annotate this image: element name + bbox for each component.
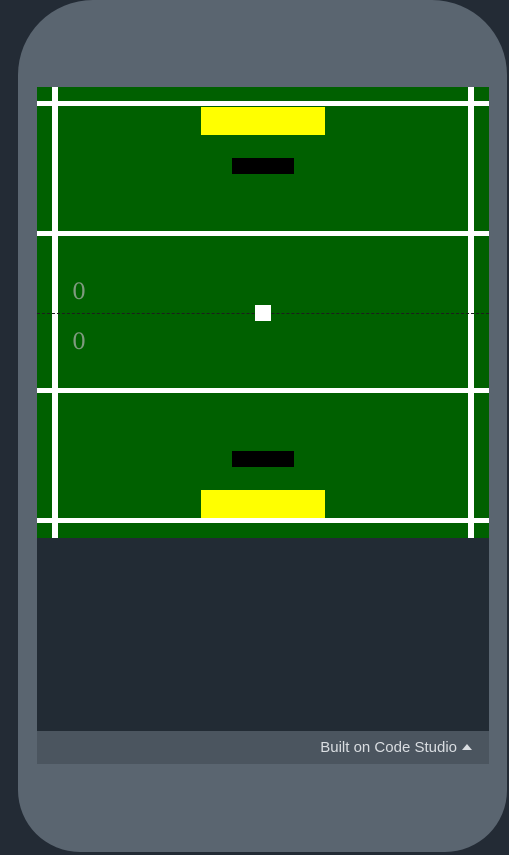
bottom-boundary-line — [37, 518, 489, 523]
player-paddle[interactable] — [232, 451, 294, 467]
triangle-up-icon — [462, 744, 472, 750]
top-zone-line — [37, 231, 489, 236]
built-on-code-studio-link[interactable]: Built on Code Studio — [320, 739, 472, 756]
opponent-paddle — [232, 158, 294, 174]
app-screen: 0 0 Built on Code Studio — [37, 87, 489, 764]
top-boundary-line — [37, 101, 489, 106]
footer-label: Built on Code Studio — [320, 739, 457, 756]
footer-bar: Built on Code Studio — [37, 731, 489, 764]
bottom-goal — [201, 490, 325, 518]
top-goal — [201, 107, 325, 135]
score-top: 0 — [72, 280, 86, 305]
bottom-zone-line — [37, 388, 489, 393]
score-bottom: 0 — [72, 330, 86, 355]
ball — [255, 305, 271, 321]
game-field[interactable]: 0 0 — [37, 87, 489, 538]
